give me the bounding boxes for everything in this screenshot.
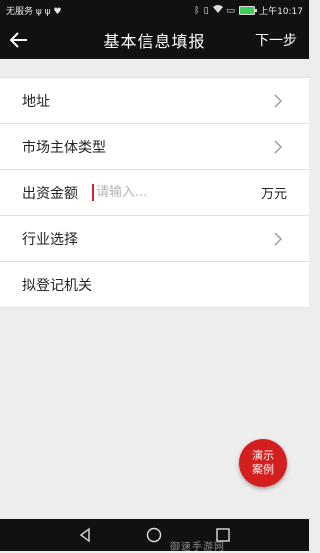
capital-unit: 万元 xyxy=(260,187,287,202)
capital-row: 出资金额 万元 xyxy=(0,170,309,216)
back-arrow-icon xyxy=(10,32,27,48)
wifi-icon xyxy=(212,5,223,16)
demo-case-line1: 演示 xyxy=(252,449,274,462)
entity-type-row[interactable]: 市场主体类型 xyxy=(0,124,309,170)
demo-case-button[interactable]: 演示 案例 xyxy=(239,439,287,487)
page-title: 基本信息填报 xyxy=(103,32,206,51)
status-bar: 无服务 ψ ψ ♥ ᛒ ▯ ▭ 上午10:17 xyxy=(0,0,309,21)
bluetooth-icon: ᛒ xyxy=(194,5,200,16)
carrier-text: 无服务 ψ ψ ♥ xyxy=(6,7,62,17)
registrar-row[interactable]: 拟登记机关 xyxy=(0,262,309,308)
capital-amount-input[interactable] xyxy=(92,184,248,201)
next-step-button[interactable]: 下一步 xyxy=(255,21,297,59)
back-triangle-icon[interactable] xyxy=(76,526,94,544)
info-form: 地址 市场主体类型 出资金额 万元 行业选择 拟登记机关 xyxy=(0,77,309,308)
industry-row[interactable]: 行业选择 xyxy=(0,216,309,262)
battery-icon xyxy=(239,6,258,15)
clock: 上午10:17 xyxy=(259,7,303,17)
chevron-right-icon xyxy=(274,94,282,108)
app-header: 基本信息填报 下一步 xyxy=(0,21,309,59)
address-label: 地址 xyxy=(22,93,50,110)
home-circle-icon[interactable] xyxy=(145,526,163,544)
address-row[interactable]: 地址 xyxy=(0,78,309,124)
vibrate-icon: ▯ xyxy=(203,5,209,16)
sim-icon: ▭ xyxy=(226,5,236,16)
demo-case-line2: 案例 xyxy=(252,463,274,476)
registrar-label: 拟登记机关 xyxy=(22,277,92,294)
system-nav-bar xyxy=(0,519,309,551)
industry-label: 行业选择 xyxy=(22,231,78,248)
chevron-right-icon xyxy=(274,140,282,154)
chevron-right-icon xyxy=(274,232,282,246)
entity-type-label: 市场主体类型 xyxy=(22,139,106,156)
capital-label: 出资金额 xyxy=(22,185,78,202)
back-button[interactable] xyxy=(8,29,30,51)
